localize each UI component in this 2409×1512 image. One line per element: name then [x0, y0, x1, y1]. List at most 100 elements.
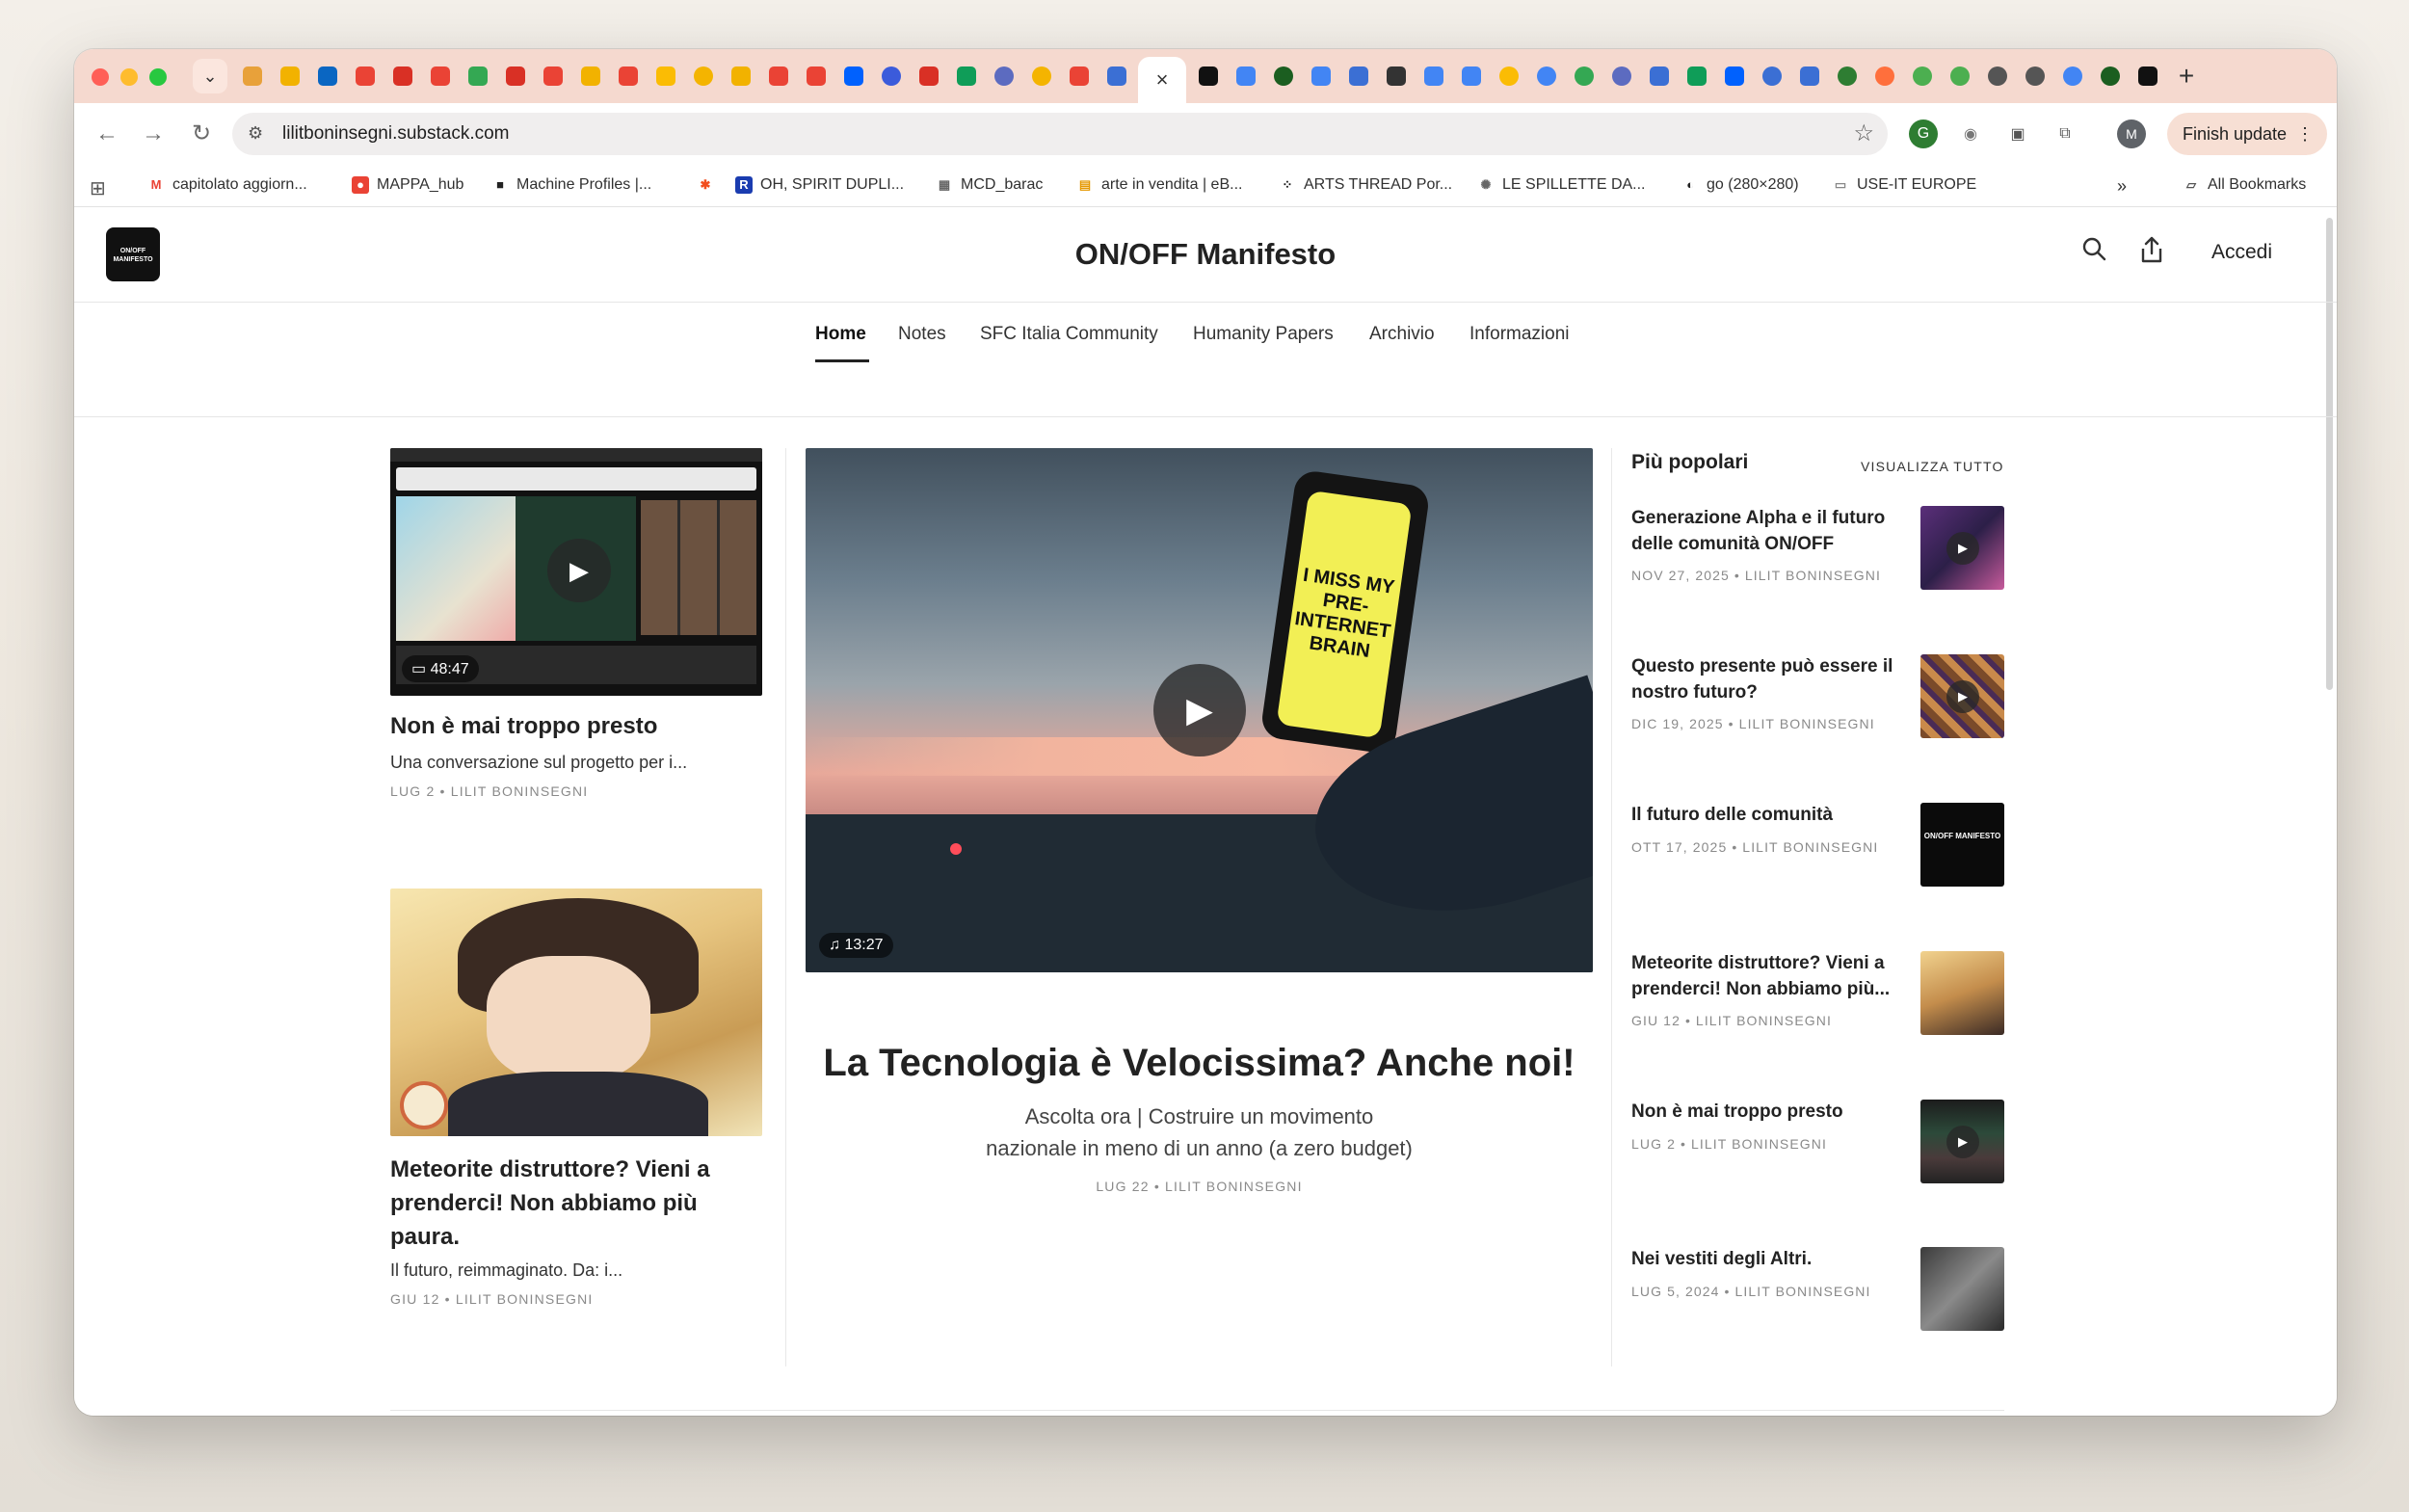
- tab-close-icon[interactable]: ×: [1138, 57, 1186, 103]
- tab[interactable]: [462, 57, 493, 95]
- popular-item-title[interactable]: Non è mai troppo presto: [1631, 1099, 1906, 1125]
- bookmarks-overflow-button[interactable]: »: [2117, 176, 2127, 197]
- bookmark-item[interactable]: Mcapitolato aggiorn...: [147, 176, 307, 194]
- tab[interactable]: [1944, 57, 1975, 95]
- tab-search-button[interactable]: ⌄: [193, 59, 227, 93]
- finish-update-button[interactable]: Finish update ⋮: [2167, 113, 2327, 155]
- bookmark-item[interactable]: ▦ MCD_barac: [936, 176, 1044, 194]
- tab[interactable]: [1230, 57, 1261, 95]
- popular-item-title[interactable]: Meteorite distruttore? Vieni a prenderci…: [1631, 950, 1906, 1002]
- apps-grid-icon[interactable]: ⊞: [90, 176, 106, 200]
- play-icon[interactable]: ▶: [1946, 1126, 1979, 1158]
- tab[interactable]: [762, 57, 794, 95]
- bookmark-item[interactable]: R OH, SPIRIT DUPLI...: [735, 176, 904, 194]
- tab[interactable]: [1906, 57, 1938, 95]
- play-icon[interactable]: ▶: [1946, 680, 1979, 713]
- tab[interactable]: [311, 57, 343, 95]
- reload-icon[interactable]: ↻: [184, 117, 219, 151]
- tab[interactable]: [2131, 57, 2163, 95]
- tab[interactable]: [1380, 57, 1412, 95]
- tab[interactable]: [2056, 57, 2088, 95]
- tab[interactable]: [386, 57, 418, 95]
- tab[interactable]: [1417, 57, 1449, 95]
- bookmark-item[interactable]: ■ Machine Profiles |...: [491, 176, 651, 194]
- view-all-link[interactable]: VISUALIZZA TUTTO: [1861, 459, 2004, 474]
- tab[interactable]: [349, 57, 381, 95]
- tab[interactable]: [1267, 57, 1299, 95]
- tab[interactable]: [1342, 57, 1374, 95]
- search-icon[interactable]: [2080, 235, 2107, 269]
- tab[interactable]: [1681, 57, 1712, 95]
- nav-home[interactable]: Home: [815, 324, 866, 345]
- tab[interactable]: [1981, 57, 2013, 95]
- tab[interactable]: [1530, 57, 1562, 95]
- tab[interactable]: [1718, 57, 1750, 95]
- address-bar[interactable]: ⚙ lilitboninsegni.substack.com ☆: [232, 113, 1888, 155]
- tab[interactable]: [837, 57, 869, 95]
- tab[interactable]: [649, 57, 681, 95]
- tab[interactable]: [537, 57, 569, 95]
- forward-icon[interactable]: →: [136, 117, 171, 151]
- back-icon[interactable]: ←: [90, 117, 124, 151]
- featured-title[interactable]: La Tecnologia è Velocissima? Anche noi!: [806, 1042, 1593, 1085]
- tab[interactable]: [1455, 57, 1487, 95]
- tab[interactable]: [1793, 57, 1825, 95]
- zoom-window-button[interactable]: [149, 68, 167, 86]
- nav-humanity-papers[interactable]: Humanity Papers: [1193, 324, 1334, 345]
- play-icon[interactable]: ▶: [1946, 532, 1979, 565]
- popular-item-thumbnail[interactable]: [1920, 1247, 2004, 1331]
- popular-item-title[interactable]: Questo presente può essere il nostro fut…: [1631, 653, 1906, 705]
- play-icon[interactable]: ▶: [547, 539, 611, 602]
- popular-item-thumbnail[interactable]: ▶: [1920, 506, 2004, 590]
- tab[interactable]: [988, 57, 1019, 95]
- signin-button[interactable]: Accedi: [2211, 241, 2272, 264]
- post-thumbnail-video[interactable]: ▶ ▭ 48:47: [390, 448, 762, 696]
- new-tab-button[interactable]: +: [2169, 61, 2204, 92]
- extensions-puzzle-icon[interactable]: ⧉: [2051, 119, 2079, 148]
- minimize-window-button[interactable]: [120, 68, 138, 86]
- tab[interactable]: [612, 57, 644, 95]
- tab[interactable]: [913, 57, 944, 95]
- tab[interactable]: [1025, 57, 1057, 95]
- bookmark-item[interactable]: ✺ LE SPILLETTE DA...: [1477, 176, 1646, 194]
- share-icon[interactable]: [2138, 235, 2165, 271]
- nav-sfc-italia-community[interactable]: SFC Italia Community: [980, 324, 1158, 345]
- popular-item-title[interactable]: Generazione Alpha e il futuro delle comu…: [1631, 505, 1906, 557]
- close-window-button[interactable]: [92, 68, 109, 86]
- post-title[interactable]: Non è mai troppo presto: [390, 713, 762, 740]
- tab[interactable]: [2094, 57, 2126, 95]
- post-title[interactable]: Meteorite distruttore? Vieni a prenderci…: [390, 1153, 762, 1254]
- page-scrollbar[interactable]: [2326, 218, 2333, 690]
- tab[interactable]: [1868, 57, 1900, 95]
- popular-item-title[interactable]: Nei vestiti degli Altri.: [1631, 1246, 1906, 1272]
- popular-item-thumbnail[interactable]: [1920, 951, 2004, 1035]
- popular-item-thumbnail[interactable]: ON/OFF MANIFESTO: [1920, 803, 2004, 887]
- star-icon[interactable]: ☆: [1853, 119, 1874, 147]
- tab[interactable]: [424, 57, 456, 95]
- nav-notes[interactable]: Notes: [898, 324, 946, 345]
- tab[interactable]: [875, 57, 907, 95]
- popular-item-thumbnail[interactable]: ▶: [1920, 1100, 2004, 1183]
- reader-extension-icon[interactable]: ▣: [2003, 119, 2032, 148]
- profile-avatar[interactable]: M: [2117, 119, 2146, 148]
- tab[interactable]: [1100, 57, 1132, 95]
- nav-informazioni[interactable]: Informazioni: [1469, 324, 1570, 345]
- all-bookmarks-button[interactable]: ▱ All Bookmarks: [2183, 176, 2306, 194]
- tab[interactable]: [725, 57, 756, 95]
- tab[interactable]: [1493, 57, 1524, 95]
- tab[interactable]: [687, 57, 719, 95]
- tab[interactable]: [950, 57, 982, 95]
- tab[interactable]: [1192, 57, 1224, 95]
- grammarly-extension-icon[interactable]: G: [1909, 119, 1938, 148]
- bookmark-item[interactable]: ▤ arte in vendita | eB...: [1076, 176, 1243, 194]
- post-thumbnail-image[interactable]: [390, 889, 762, 1136]
- tab[interactable]: [1063, 57, 1095, 95]
- camera-extension-icon[interactable]: ◉: [1956, 119, 1985, 148]
- tab[interactable]: [574, 57, 606, 95]
- tab[interactable]: [2019, 57, 2051, 95]
- bookmark-item[interactable]: ▭ USE-IT EUROPE: [1832, 176, 1976, 194]
- tab[interactable]: [800, 57, 832, 95]
- tab[interactable]: [1305, 57, 1337, 95]
- bookmark-item[interactable]: ✱: [697, 176, 714, 194]
- featured-thumbnail[interactable]: I MISS MY PRE-INTERNET BRAIN ▶ ♫ 13:27: [806, 448, 1593, 972]
